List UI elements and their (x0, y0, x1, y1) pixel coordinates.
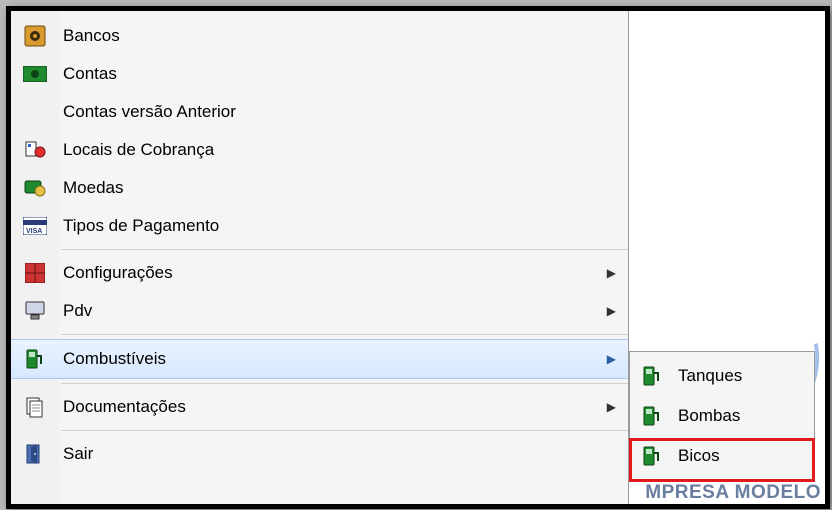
money-icon (11, 66, 59, 82)
submenu-item-bombas[interactable]: Bombas (630, 396, 814, 436)
menu-item-bancos[interactable]: Bancos (11, 17, 628, 55)
svg-text:VISA: VISA (26, 228, 42, 235)
billing-icon (11, 140, 59, 160)
pump-icon (11, 348, 59, 370)
submenu-combustiveis: Tanques Bombas Bicos (629, 351, 815, 481)
menu-label: Sair (59, 444, 628, 464)
main-menu: Bancos Contas Contas versão Anterior Loc… (11, 11, 629, 504)
menu-separator (61, 249, 628, 250)
grid-icon (11, 263, 59, 283)
menu-item-pdv[interactable]: Pdv ▶ (11, 292, 628, 330)
menu-item-moedas[interactable]: Moedas (11, 169, 628, 207)
menu-label: Combustíveis (59, 349, 628, 369)
pump-icon (630, 405, 674, 427)
docs-icon (11, 396, 59, 418)
terminal-icon (11, 300, 59, 322)
menu-label: Moedas (59, 178, 628, 198)
menu-separator (61, 334, 628, 335)
menu-item-contas-anterior[interactable]: Contas versão Anterior (11, 93, 628, 131)
menu-item-contas[interactable]: Contas (11, 55, 628, 93)
submenu-label: Bombas (674, 406, 814, 426)
pump-icon (630, 365, 674, 387)
camera-icon (11, 25, 59, 47)
menu-label: Configurações (59, 263, 628, 283)
menu-label: Locais de Cobrança (59, 140, 628, 160)
menu-item-tipos-pagamento[interactable]: VISA Tipos de Pagamento (11, 207, 628, 245)
submenu-label: Tanques (674, 366, 814, 386)
chevron-right-icon: ▶ (607, 266, 616, 280)
menu-label: Contas (59, 64, 628, 84)
menu-label: Pdv (59, 301, 628, 321)
chevron-right-icon: ▶ (607, 352, 616, 366)
stage: MPRESA MODELO Bancos Contas Contas versã… (0, 0, 832, 510)
menu-label: Contas versão Anterior (59, 102, 628, 122)
pump-icon (630, 445, 674, 467)
submenu-item-tanques[interactable]: Tanques (630, 356, 814, 396)
background-company-text: MPRESA MODELO (645, 482, 821, 504)
menu-separator (61, 430, 628, 431)
submenu-item-bicos[interactable]: Bicos (630, 436, 814, 476)
menu-item-locais-cobranca[interactable]: Locais de Cobrança (11, 131, 628, 169)
menu-separator (61, 383, 628, 384)
chevron-right-icon: ▶ (607, 304, 616, 318)
exit-icon (11, 443, 59, 465)
coins-icon (11, 177, 59, 199)
chevron-right-icon: ▶ (607, 400, 616, 414)
menu-label: Documentações (59, 397, 628, 417)
submenu-label: Bicos (674, 446, 814, 466)
menu-item-combustiveis[interactable]: Combustíveis ▶ (11, 339, 628, 379)
menu-item-configuracoes[interactable]: Configurações ▶ (11, 254, 628, 292)
card-icon: VISA (11, 217, 59, 235)
menu-label: Tipos de Pagamento (59, 216, 628, 236)
menu-item-documentacoes[interactable]: Documentações ▶ (11, 388, 628, 426)
menu-item-sair[interactable]: Sair (11, 435, 628, 473)
menu-label: Bancos (59, 26, 628, 46)
window-frame: MPRESA MODELO Bancos Contas Contas versã… (6, 6, 830, 509)
